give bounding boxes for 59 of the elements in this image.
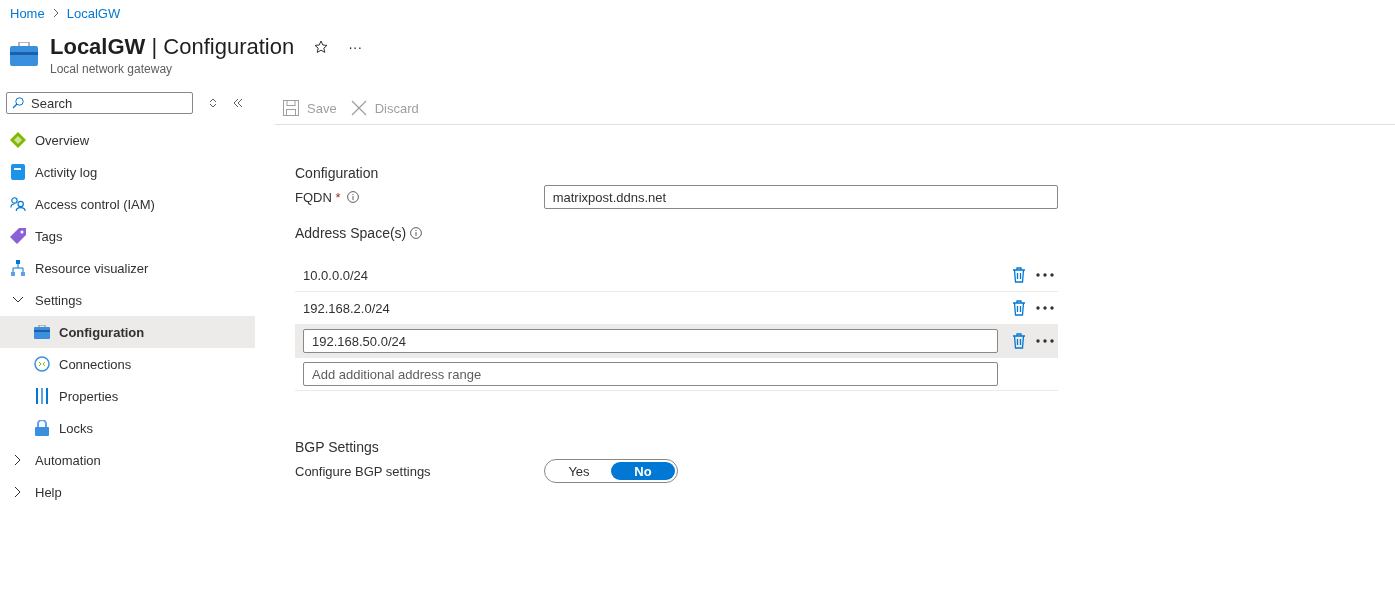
more-icon[interactable] [1036,306,1054,310]
trash-icon[interactable] [1012,267,1026,283]
nav-item[interactable]: Locks [0,412,255,444]
address-text: 192.168.2.0/24 [303,300,391,316]
more-icon[interactable] [1036,273,1054,277]
breadcrumb-link[interactable]: Home [10,5,45,21]
more-button[interactable]: ··· [348,39,363,55]
briefcase-icon [34,325,50,339]
search-field[interactable]: Search [6,92,193,114]
nav-item[interactable]: Access control (IAM) [0,188,255,220]
more-icon[interactable] [1036,339,1054,343]
tag-icon [10,228,26,244]
diamond-icon [10,132,26,148]
info-icon [410,227,423,239]
address-field[interactable]: 192.168.50.0/24 [303,329,998,353]
resource-type: Local network gateway [50,62,174,76]
address-text: 10.0.0.0/24 [303,267,370,283]
hierarchy-icon [10,260,26,276]
nav-item[interactable]: Connections [0,348,255,380]
nav-item[interactable]: Resource visualizer [0,252,255,284]
chevron-right-icon[interactable] [14,454,22,466]
fqdn-field[interactable]: matrixpost.ddns.net [543,185,1058,209]
address-row[interactable]: 10.0.0.0/24 [295,259,1058,292]
nav-item[interactable]: Help [0,476,255,508]
nav-item[interactable]: Automation [0,444,255,476]
toggle-option[interactable]: Yes [547,462,611,480]
lock-icon [35,420,49,436]
chevron-right-icon[interactable] [14,486,22,498]
nav-item[interactable]: Configuration [0,316,255,348]
collapse-icon[interactable] [233,98,243,108]
trash-icon[interactable] [1012,333,1026,349]
trash-icon[interactable] [1012,300,1026,316]
toggle-option[interactable]: No [611,462,675,480]
briefcase-icon [10,42,38,66]
nav-item[interactable]: Activity log [0,156,255,188]
field-label: FQDN * [295,189,341,205]
people-icon [10,196,26,212]
nav-item[interactable]: Tags [0,220,255,252]
cross-icon [350,100,367,116]
address-field[interactable]: Add additional address range [303,362,998,386]
chevron-right-icon [52,8,59,18]
sort-icon[interactable] [209,98,217,108]
field-label: Configure BGP settings [295,463,431,479]
breadcrumb-link[interactable]: LocalGW [66,5,121,21]
star-icon[interactable] [314,40,329,54]
connection-icon [34,356,50,372]
nav-item[interactable]: Overview [0,124,255,156]
nav-item[interactable]: Properties [0,380,255,412]
address-row[interactable]: 192.168.50.0/24 [295,325,1058,358]
section-heading: BGP Settings [295,439,380,455]
section-heading: Configuration [295,165,380,181]
save-icon [283,100,299,116]
log-icon [11,164,25,180]
section-heading: Address Space(s) [295,225,407,241]
bars-icon [36,388,48,404]
info-icon [346,191,359,203]
chevron-down-icon[interactable] [12,296,24,304]
nav-item[interactable]: Settings [0,284,255,316]
page-title: LocalGW | Configuration [50,34,295,60]
